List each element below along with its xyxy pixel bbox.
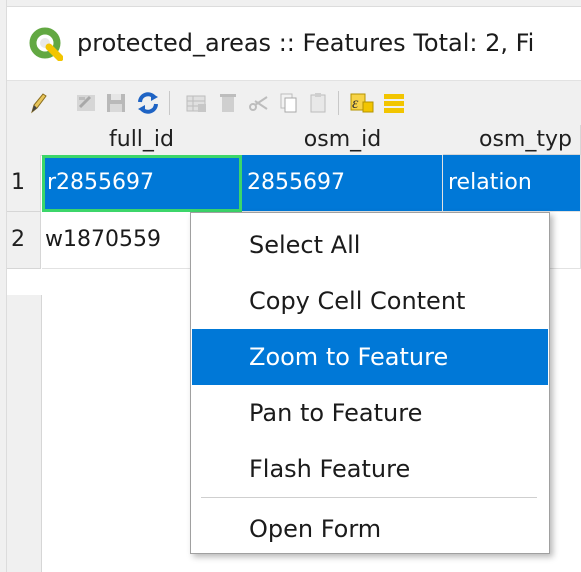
- menu-item-pan-to-feature[interactable]: Pan to Feature: [192, 385, 548, 441]
- paste-icon[interactable]: [305, 89, 331, 117]
- delete-feature-icon[interactable]: [215, 89, 241, 117]
- cut-icon[interactable]: [245, 89, 271, 117]
- expression-select-icon[interactable]: ε: [349, 89, 375, 117]
- row-header[interactable]: 1: [7, 155, 41, 212]
- toolbar: ε: [7, 80, 581, 126]
- qgis-logo-icon: [29, 27, 64, 62]
- add-feature-icon[interactable]: [183, 89, 209, 117]
- toolbar-separator: [338, 91, 339, 115]
- table-cell-osm-type[interactable]: relation: [443, 155, 581, 212]
- copy-icon[interactable]: [275, 89, 301, 117]
- menu-item-copy-cell-content[interactable]: Copy Cell Content: [192, 273, 548, 329]
- multi-edit-icon[interactable]: [73, 89, 99, 117]
- title-bar: protected_areas :: Features Total: 2, Fi: [7, 7, 581, 80]
- menu-item-flash-feature[interactable]: Flash Feature: [192, 441, 548, 497]
- context-menu: Select All Copy Cell Content Zoom to Fea…: [190, 212, 550, 554]
- table-corner[interactable]: [7, 125, 42, 156]
- table-cell-full-id[interactable]: r2855697: [42, 155, 242, 212]
- menu-item-zoom-to-feature[interactable]: Zoom to Feature: [192, 329, 548, 385]
- reload-icon[interactable]: [135, 89, 161, 117]
- save-icon[interactable]: [103, 89, 129, 117]
- window-left-edge: [0, 0, 7, 572]
- window-title: protected_areas :: Features Total: 2, Fi: [77, 29, 535, 57]
- row-header[interactable]: 2: [7, 212, 41, 269]
- column-header-osm-type[interactable]: osm_typ: [443, 125, 581, 155]
- pencil-icon[interactable]: [25, 89, 51, 117]
- toolbar-separator: [169, 91, 170, 115]
- menu-item-open-form[interactable]: Open Form: [192, 501, 548, 557]
- attribute-table-window: protected_areas :: Features Total: 2, Fi: [0, 0, 581, 572]
- menu-item-select-all[interactable]: Select All: [192, 217, 548, 273]
- column-header-osm-id[interactable]: osm_id: [242, 125, 444, 156]
- window-top-edge: [0, 0, 581, 7]
- row-header-filler: [7, 295, 42, 572]
- column-header-full-id[interactable]: full_id: [41, 125, 243, 156]
- select-all-icon[interactable]: [381, 89, 407, 117]
- table-cell-osm-id[interactable]: 2855697: [242, 155, 443, 212]
- menu-separator: [201, 497, 537, 498]
- svg-text:ε: ε: [352, 95, 359, 112]
